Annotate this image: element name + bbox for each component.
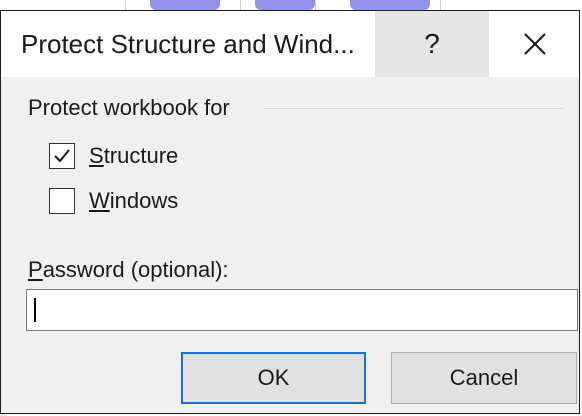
help-button[interactable]: ? [375,11,489,77]
close-button[interactable] [491,11,579,77]
password-label: Password (optional): [28,257,229,282]
structure-option[interactable]: Structure [49,143,178,169]
structure-label: Structure [89,143,179,168]
close-icon [524,33,546,55]
background-graphic [255,0,315,10]
text-caret [34,298,36,322]
help-icon: ? [424,28,440,59]
windows-label: Windows [89,188,179,213]
group-divider [263,108,563,109]
group-label: Protect workbook for [28,95,230,120]
protect-structure-dialog: Protect Structure and Wind... ? Protect … [0,10,580,414]
checkmark-icon [54,149,70,163]
windows-option[interactable]: Windows [49,188,178,214]
password-input[interactable] [26,289,578,331]
dialog-titlebar: Protect Structure and Wind... ? [1,11,579,77]
background-graphic [150,0,220,10]
structure-checkbox[interactable] [49,143,75,169]
windows-checkbox[interactable] [49,188,75,214]
cancel-button[interactable]: Cancel [391,352,577,404]
ok-button[interactable]: OK [181,352,366,404]
background-graphic [350,0,430,10]
dialog-title: Protect Structure and Wind... [21,29,355,59]
